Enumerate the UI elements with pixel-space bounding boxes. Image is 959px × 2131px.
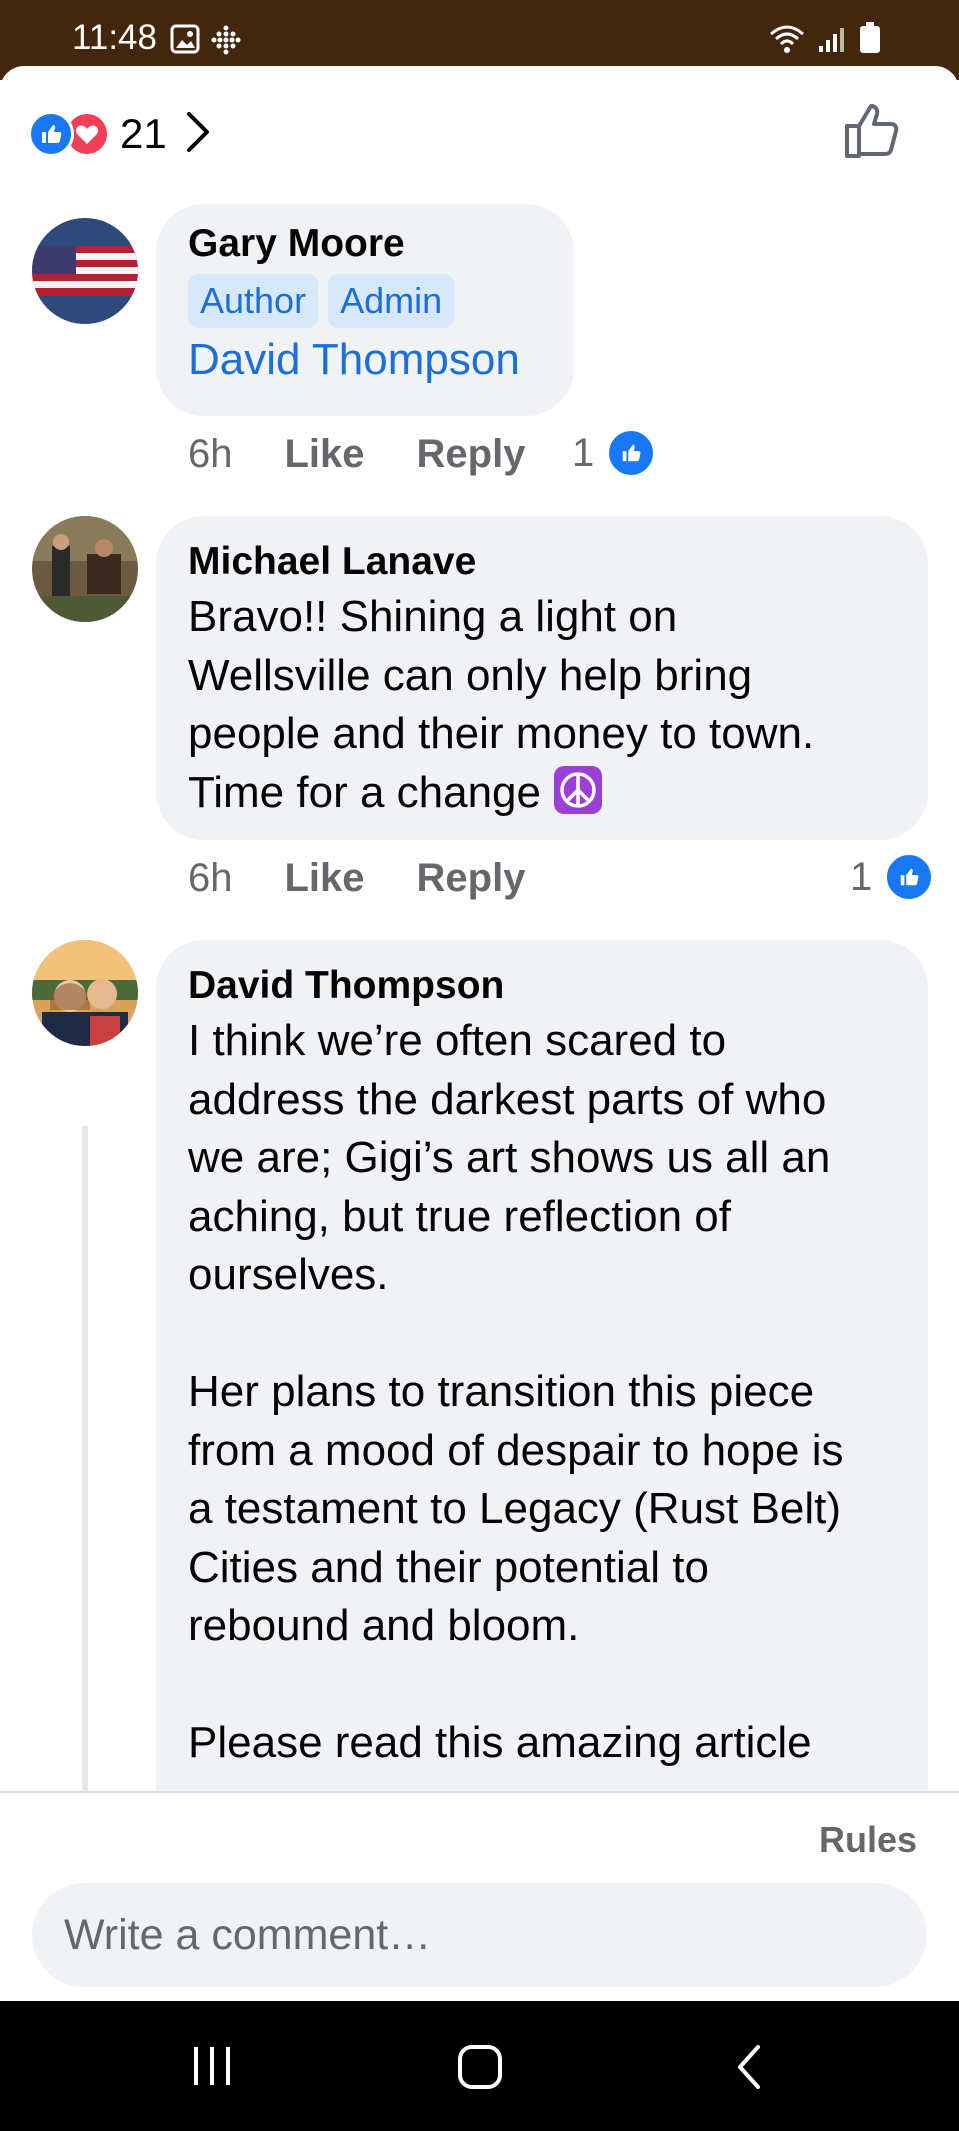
battery-icon [859,22,881,59]
comment-bubble[interactable]: David Thompson I think we’re often scare… [156,940,928,1940]
comment-author[interactable]: Gary Moore [188,218,542,270]
peace-symbol-emoji [553,765,603,815]
comments-sheet: 21 Gary Moore Author Admin David Thompso… [0,66,959,2001]
signal-icon [817,24,847,59]
thumbs-up-icon [843,104,903,164]
wifi-icon [769,24,805,59]
comment-text: I think we’re often scared to address th… [188,1016,844,1767]
like-reaction-icon [606,428,657,478]
grid-dots-icon [210,24,242,61]
avatar[interactable] [32,516,138,622]
like-count-number: 1 [572,430,595,475]
comment-author[interactable]: Michael Lanave [188,536,896,588]
comment-text: Bravo!! Shining a light on Wellsville ca… [188,588,896,822]
author-badge: Author [188,274,319,328]
like-button[interactable]: Like [285,432,365,477]
comment-actions: 6h Like Reply [188,432,577,477]
rules-link[interactable]: Rules [819,1819,917,1861]
thread-line [82,1126,88,1886]
reply-button[interactable]: Reply [417,856,526,901]
like-button[interactable]: Like [285,856,365,901]
comment-composer: Rules [0,1791,959,2003]
reactions-summary[interactable]: 21 [28,104,211,164]
mention-link[interactable]: David Thompson [188,328,542,392]
like-reaction-icon [28,111,74,157]
navigation-bar [0,2001,959,2131]
avatar[interactable] [32,940,138,1046]
reaction-count: 21 [120,110,167,157]
status-time: 11:48 [72,18,157,57]
comment-input[interactable] [32,1883,927,1987]
home-button[interactable] [456,2043,504,2096]
chevron-right-icon [185,110,211,159]
avatar[interactable] [32,218,138,324]
comment-like-count[interactable]: 1 [850,852,935,902]
reply-button[interactable]: Reply [417,432,526,477]
comment-body: Bravo!! Shining a light on Wellsville ca… [188,592,815,817]
comment-bubble[interactable]: Michael Lanave Bravo!! Shining a light o… [156,516,928,840]
like-post-button[interactable] [843,100,909,166]
back-button[interactable] [734,2043,764,2096]
comment-time[interactable]: 6h [188,432,233,477]
comment-like-count[interactable]: 1 [572,428,657,478]
comment-author[interactable]: David Thompson [188,960,896,1012]
gallery-icon [170,24,200,61]
comment-actions: 6h Like Reply [188,856,577,901]
like-count-number: 1 [850,854,873,899]
admin-badge: Admin [328,274,455,328]
recent-apps-button[interactable] [190,2043,234,2094]
comment-time[interactable]: 6h [188,856,233,901]
like-reaction-icon [884,852,935,902]
comment-bubble[interactable]: Gary Moore Author Admin David Thompson [156,204,574,416]
